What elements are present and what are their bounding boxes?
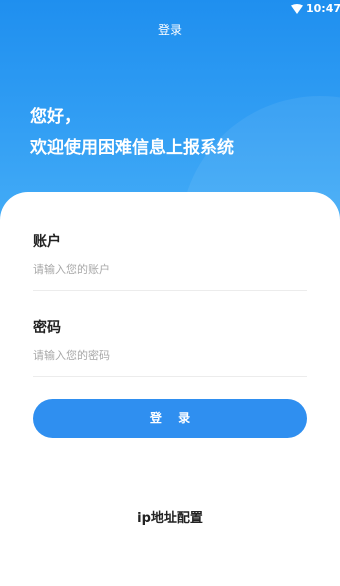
password-divider xyxy=(33,376,307,377)
greeting-line-1: 您好， xyxy=(30,107,81,127)
wifi-icon xyxy=(291,4,303,14)
password-input[interactable] xyxy=(33,343,307,367)
login-card xyxy=(0,192,340,586)
account-label: 账户 xyxy=(33,234,61,250)
status-time: 10:47 xyxy=(306,2,340,15)
login-button[interactable]: 登 录 xyxy=(33,399,307,438)
login-screen: 10:47 登录 您好， 欢迎使用困难信息上报系统 账户 密码 登 录 ip地址… xyxy=(0,0,340,586)
ip-config-link[interactable]: ip地址配置 xyxy=(0,507,340,526)
page-title: 登录 xyxy=(157,23,182,37)
status-bar: 10:47 xyxy=(0,0,340,18)
greeting-line-2: 欢迎使用困难信息上报系统 xyxy=(30,138,234,158)
account-input[interactable] xyxy=(33,257,307,281)
account-divider xyxy=(33,290,307,291)
password-label: 密码 xyxy=(33,320,61,336)
